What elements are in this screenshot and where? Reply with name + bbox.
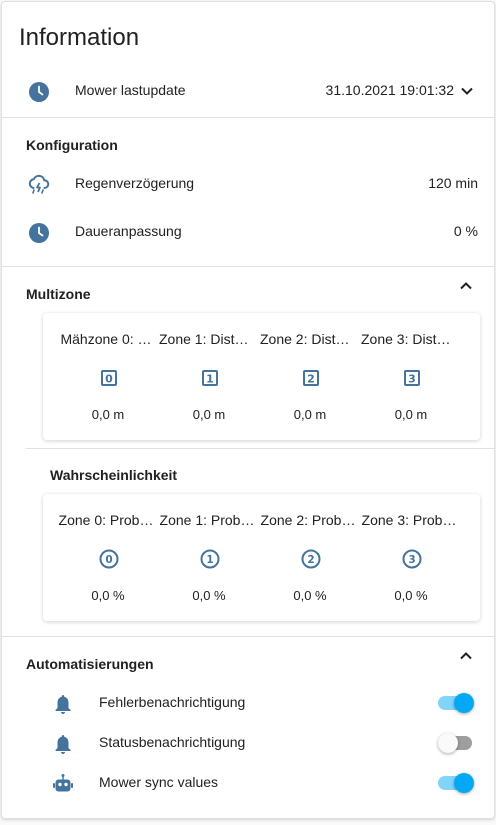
svg-text:2: 2: [307, 373, 315, 386]
fehlerbenachrichtigung-label: Fehlerbenachrichtigung: [99, 694, 246, 710]
zone-probability-name: Zone 3: Prob…: [361, 512, 457, 528]
zone-distance-name: Mähzone 0: …: [60, 331, 152, 347]
divider: [2, 266, 494, 267]
statusbenachrichtigung-label: Statusbenachrichtigung: [99, 734, 246, 750]
divider: [2, 117, 494, 118]
clock-icon: [29, 223, 49, 243]
mower-sync-values-toggle[interactable]: [438, 771, 474, 795]
robot-icon: [53, 774, 73, 792]
statusbenachrichtigung-toggle[interactable]: [438, 731, 474, 755]
chevron-up-icon[interactable]: [458, 278, 474, 294]
mower-sync-values-label: Mower sync values: [99, 774, 219, 790]
zone-distance-name: Zone 3: Dista…: [361, 331, 457, 347]
zone-probability-value: 0,0 %: [394, 588, 428, 603]
numeric-2-box-icon[interactable]: 2: [301, 368, 321, 388]
svg-text:1: 1: [206, 373, 214, 386]
numeric-0-circle-icon[interactable]: 0: [99, 549, 119, 569]
daueranpassung-label: Daueranpassung: [75, 223, 182, 239]
numeric-3-box-icon[interactable]: 3: [402, 368, 422, 388]
svg-text:2: 2: [307, 554, 314, 566]
svg-text:0: 0: [105, 554, 112, 566]
daueranpassung-value: 0 %: [453, 223, 478, 239]
numeric-1-circle-icon[interactable]: 1: [200, 549, 220, 569]
numeric-3-circle-icon[interactable]: 3: [402, 549, 422, 569]
section-title-wahrscheinlichkeit: Wahrscheinlichkeit: [50, 467, 178, 483]
chevron-down-icon[interactable]: [459, 83, 475, 99]
svg-text:1: 1: [206, 554, 213, 566]
divider: [26, 448, 494, 449]
regenverzoegerung-value: 120 min: [428, 175, 478, 191]
information-card: Information Mower lastupdate 31.10.2021 …: [1, 1, 495, 819]
bell-icon: [55, 695, 71, 714]
svg-text:0: 0: [105, 373, 113, 386]
zone-probability-value: 0,0 %: [192, 588, 226, 603]
section-title-konfiguration: Konfiguration: [26, 137, 118, 153]
zone-distance-value: 0,0 m: [192, 407, 226, 422]
zone-distance-name: Zone 1: Dista…: [159, 331, 255, 347]
clock-icon: [29, 82, 49, 102]
numeric-0-box-icon[interactable]: 0: [99, 368, 119, 388]
zone-distance-value: 0,0 m: [91, 407, 125, 422]
probability-glance-card: Zone 0: Prob… Zone 1: Prob… Zone 2: Prob…: [43, 494, 480, 621]
lastupdate-value: 31.10.2021 19:01:32: [325, 82, 454, 98]
zone-probability-value: 0,0 %: [91, 588, 125, 603]
distance-glance-card: Mähzone 0: … Zone 1: Dista… Zone 2: Dist…: [43, 313, 480, 440]
section-title-multizone: Multizone: [26, 286, 91, 302]
zone-probability-name: Zone 1: Prob…: [159, 512, 255, 528]
fehlerbenachrichtigung-toggle[interactable]: [438, 691, 474, 715]
chevron-up-icon[interactable]: [458, 648, 474, 664]
card-title: Information: [19, 24, 140, 51]
zone-probability-value: 0,0 %: [293, 588, 327, 603]
svg-text:3: 3: [408, 373, 416, 386]
section-title-automatisierungen: Automatisierungen: [26, 656, 154, 672]
svg-text:3: 3: [408, 554, 415, 566]
bell-icon: [55, 735, 71, 754]
regenverzoegerung-label: Regenverzögerung: [75, 175, 195, 191]
rain-lightning-icon: [28, 174, 50, 194]
divider: [2, 636, 494, 637]
numeric-1-box-icon[interactable]: 1: [200, 368, 220, 388]
zone-probability-name: Zone 2: Prob…: [260, 512, 356, 528]
zone-probability-name: Zone 0: Prob…: [58, 512, 154, 528]
lastupdate-label: Mower lastupdate: [75, 82, 186, 98]
numeric-2-circle-icon[interactable]: 2: [301, 549, 321, 569]
zone-distance-name: Zone 2: Dista…: [260, 331, 356, 347]
zone-distance-value: 0,0 m: [293, 407, 327, 422]
zone-distance-value: 0,0 m: [394, 407, 428, 422]
